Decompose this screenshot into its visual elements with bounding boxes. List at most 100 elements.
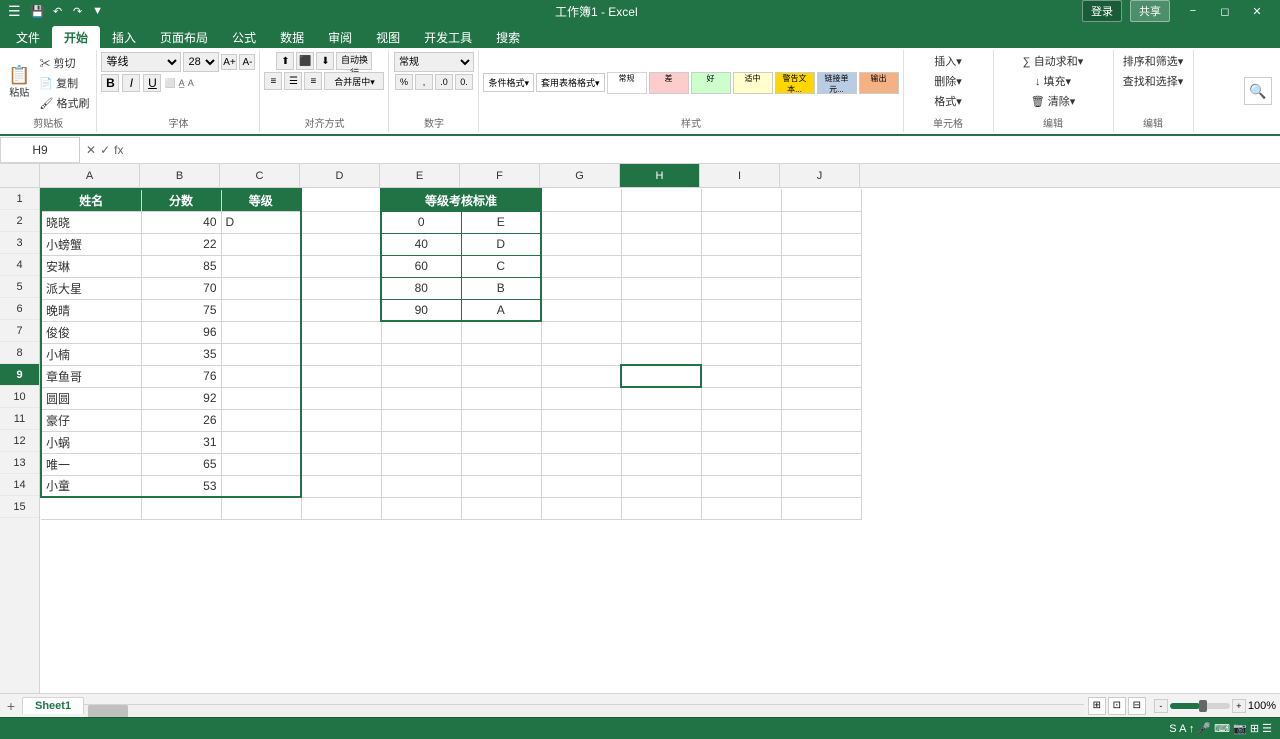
align-center-btn[interactable]: ☰: [284, 72, 302, 90]
fill-btn[interactable]: ↓ 填充▾: [1032, 72, 1074, 90]
number-format-select[interactable]: 常规: [394, 52, 474, 72]
cut-btn[interactable]: ✂ 剪切: [36, 54, 92, 72]
style-normal[interactable]: 常规: [607, 72, 647, 94]
cell-b4[interactable]: 85: [141, 255, 221, 277]
cell-d1[interactable]: [301, 189, 381, 211]
row-num-4[interactable]: 4: [0, 254, 39, 276]
font-family-select[interactable]: 等线: [101, 52, 181, 72]
insert-cells-btn[interactable]: 插入▾: [931, 52, 965, 70]
cell-f5[interactable]: B: [461, 277, 541, 299]
cell-f11[interactable]: [461, 409, 541, 431]
col-header-h[interactable]: H: [620, 164, 700, 187]
cell-i10[interactable]: [701, 387, 781, 409]
cell-b12[interactable]: 31: [141, 431, 221, 453]
row-num-12[interactable]: 12: [0, 430, 39, 452]
cell-g15[interactable]: [541, 497, 621, 519]
style-good[interactable]: 好: [691, 72, 731, 94]
style-alert[interactable]: 警告文本...: [775, 72, 815, 94]
row-num-1[interactable]: 1: [0, 188, 39, 210]
cell-i12[interactable]: [701, 431, 781, 453]
cell-ef1[interactable]: 等级考核标准: [381, 189, 541, 211]
cell-h12[interactable]: [621, 431, 701, 453]
cell-e2[interactable]: 0: [381, 211, 461, 233]
cell-h7[interactable]: [621, 321, 701, 343]
cell-j5[interactable]: [781, 277, 861, 299]
find-select-btn[interactable]: 查找和选择▾: [1120, 72, 1187, 90]
save-quick-btn[interactable]: 💾: [29, 2, 47, 20]
cell-g9[interactable]: [541, 365, 621, 387]
cell-c9[interactable]: [221, 365, 301, 387]
cell-i4[interactable]: [701, 255, 781, 277]
cell-e12[interactable]: [381, 431, 461, 453]
tab-data[interactable]: 数据: [268, 26, 316, 48]
row-num-5[interactable]: 5: [0, 276, 39, 298]
table-style-btn[interactable]: 套用表格格式▾: [536, 73, 605, 92]
cell-h1[interactable]: [621, 189, 701, 211]
cell-d9[interactable]: [301, 365, 381, 387]
col-header-i[interactable]: I: [700, 164, 780, 187]
cell-d4[interactable]: [301, 255, 381, 277]
cell-e8[interactable]: [381, 343, 461, 365]
cell-g5[interactable]: [541, 277, 621, 299]
align-right-btn[interactable]: ≡: [304, 72, 322, 90]
row-num-15[interactable]: 15: [0, 496, 39, 518]
col-header-j[interactable]: J: [780, 164, 860, 187]
cell-i13[interactable]: [701, 453, 781, 475]
cell-j4[interactable]: [781, 255, 861, 277]
cell-a1[interactable]: 姓名: [41, 189, 141, 211]
merge-center-btn[interactable]: 合并居中▾: [324, 72, 384, 90]
style-warning[interactable]: 适中: [733, 72, 773, 94]
formula-input[interactable]: [129, 137, 1280, 163]
cell-j13[interactable]: [781, 453, 861, 475]
cell-h3[interactable]: [621, 233, 701, 255]
cell-e10[interactable]: [381, 387, 461, 409]
style-output[interactable]: 输出: [859, 72, 899, 94]
cell-f13[interactable]: [461, 453, 541, 475]
autosum-btn[interactable]: ∑ 自动求和▾: [1020, 52, 1086, 70]
search-btn[interactable]: 🔍: [1244, 77, 1272, 105]
scrollbar-thumb[interactable]: [88, 705, 128, 718]
cell-g7[interactable]: [541, 321, 621, 343]
cell-c7[interactable]: [221, 321, 301, 343]
close-btn[interactable]: ✕: [1242, 0, 1272, 22]
font-dec-btn[interactable]: A-: [239, 54, 255, 70]
row-num-11[interactable]: 11: [0, 408, 39, 430]
restore-btn[interactable]: ◻: [1210, 0, 1240, 22]
bold-btn[interactable]: B: [101, 74, 119, 92]
row-num-3[interactable]: 3: [0, 232, 39, 254]
cell-h4[interactable]: [621, 255, 701, 277]
cell-f9[interactable]: [461, 365, 541, 387]
cell-b6[interactable]: 75: [141, 299, 221, 321]
format-cells-btn[interactable]: 格式▾: [931, 92, 965, 110]
cell-j8[interactable]: [781, 343, 861, 365]
cell-e5[interactable]: 80: [381, 277, 461, 299]
cell-h9[interactable]: [621, 365, 701, 387]
cell-c10[interactable]: [221, 387, 301, 409]
cell-i5[interactable]: [701, 277, 781, 299]
cancel-formula-icon[interactable]: ✕: [86, 143, 96, 157]
zoom-out-btn[interactable]: -: [1154, 699, 1168, 713]
decrease-dec-btn[interactable]: .0: [435, 74, 453, 90]
tab-pagelayout[interactable]: 页面布局: [148, 26, 220, 48]
wrap-text-btn[interactable]: 自动换行: [336, 52, 372, 70]
cell-a3[interactable]: 小螃蟹: [41, 233, 141, 255]
align-bottom-btn[interactable]: ⬇: [316, 52, 334, 70]
font-border-btn[interactable]: ⬜: [164, 78, 175, 89]
cell-d14[interactable]: [301, 475, 381, 497]
row-num-7[interactable]: 7: [0, 320, 39, 342]
cell-b11[interactable]: 26: [141, 409, 221, 431]
cell-i14[interactable]: [701, 475, 781, 497]
col-header-b[interactable]: B: [140, 164, 220, 187]
cell-i2[interactable]: [701, 211, 781, 233]
cell-h13[interactable]: [621, 453, 701, 475]
cell-c2[interactable]: D: [221, 211, 301, 233]
cell-j3[interactable]: [781, 233, 861, 255]
row-num-8[interactable]: 8: [0, 342, 39, 364]
zoom-slider[interactable]: [1170, 703, 1230, 709]
cell-b8[interactable]: 35: [141, 343, 221, 365]
cell-a11[interactable]: 豪仔: [41, 409, 141, 431]
row-num-14[interactable]: 14: [0, 474, 39, 496]
col-header-g[interactable]: G: [540, 164, 620, 187]
sheet-tab-sheet1[interactable]: Sheet1: [22, 697, 84, 714]
cell-h8[interactable]: [621, 343, 701, 365]
